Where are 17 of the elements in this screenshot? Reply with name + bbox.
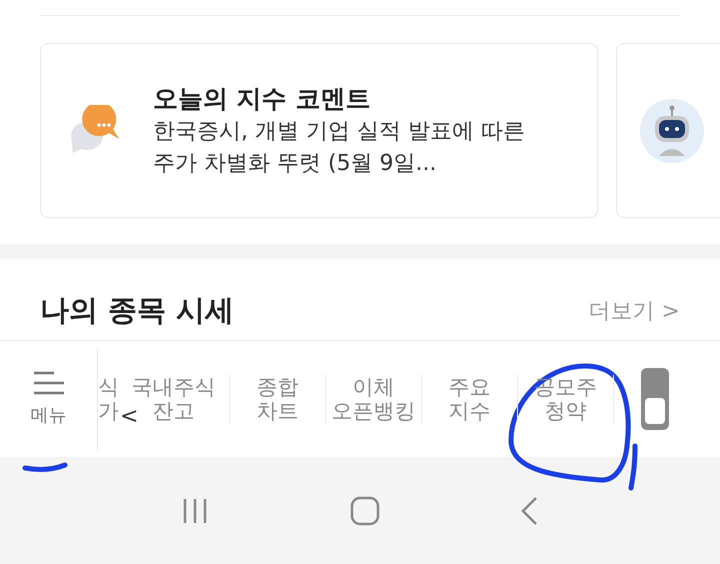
- menu-item[interactable]: 종합 차트: [230, 375, 326, 423]
- toggle-icon[interactable]: [640, 367, 670, 431]
- home-icon[interactable]: [350, 496, 380, 526]
- card-title: 오늘의 지수 코멘트: [153, 82, 372, 114]
- menu-button[interactable]: 메뉴: [0, 349, 98, 449]
- back-icon[interactable]: [520, 496, 540, 526]
- robot-card[interactable]: [616, 43, 720, 218]
- menu-item[interactable]: 공모주 청약: [518, 375, 614, 423]
- card-body: 한국증시, 개별 기업 실적 발표에 따른 주가 차별화 뚜렷 (5월 9일...: [153, 118, 526, 178]
- robot-icon: [639, 98, 705, 164]
- menu-item[interactable]: 이체 오픈뱅킹: [326, 375, 422, 423]
- section-title: 나의 종목 시세: [40, 292, 234, 328]
- comment-card[interactable]: 오늘의 지수 코멘트 한국증시, 개별 기업 실적 발표에 따른 주가 차별화 뚜렷 (5월 9일...: [40, 43, 598, 218]
- more-link[interactable]: 더보기 >: [588, 295, 680, 328]
- pen-stroke: [22, 460, 68, 474]
- menu-item[interactable]: 주요 지수: [422, 375, 518, 423]
- menu-icon: [32, 370, 66, 396]
